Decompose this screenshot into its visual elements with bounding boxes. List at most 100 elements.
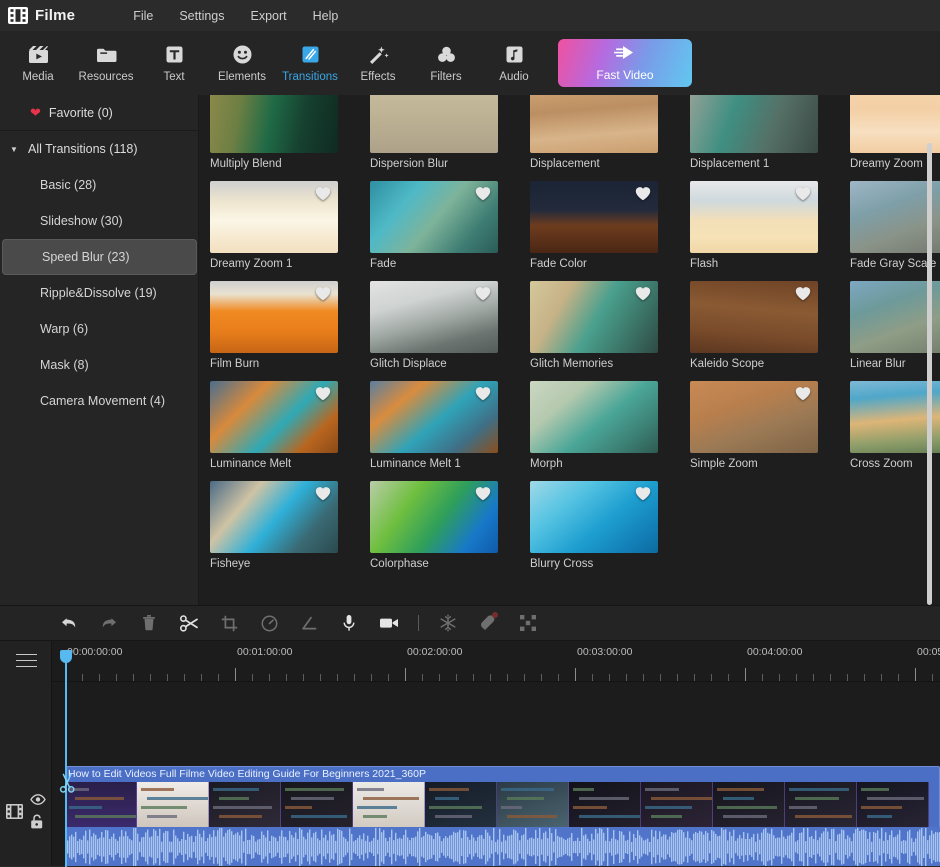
sidebar-label-basic: Basic (28) [40,178,97,192]
transition-item[interactable]: Kaleido Scope [690,281,830,370]
transition-item[interactable]: Dispersion Blur [370,95,510,170]
ruler-tick-minor [847,674,848,681]
sidebar-group-all-transitions[interactable]: ▼ All Transitions (118) [0,131,198,167]
freeze-frame-icon[interactable] [437,612,459,634]
delete-icon[interactable] [138,612,160,634]
sidebar-item-ripple-dissolve[interactable]: Ripple&Dissolve (19) [0,275,198,311]
split-icon[interactable] [178,612,200,634]
speed-icon[interactable] [258,612,280,634]
transition-thumbnail[interactable] [370,281,498,353]
favorite-heart-icon[interactable] [475,386,491,401]
sidebar-item-favorite[interactable]: ❤ Favorite (0) [0,95,198,131]
transition-item[interactable]: Multiply Blend [210,95,350,170]
tab-audio[interactable]: Audio [480,33,548,93]
transition-thumbnail[interactable] [690,381,818,453]
timeline-ruler[interactable]: 00:00:00:00 00:01:00:00 00:02:00:00 00:03:0… [52,641,940,682]
transition-thumbnail[interactable] [530,181,658,253]
green-screen-icon[interactable] [477,612,499,634]
transition-item[interactable]: Luminance Melt 1 [370,381,510,470]
transition-thumbnail[interactable] [370,95,498,153]
screen-record-icon[interactable] [378,612,400,634]
video-clip[interactable]: How to Edit Videos Full Filme Video Edit… [65,766,940,867]
favorite-heart-icon[interactable] [315,186,331,201]
favorite-heart-icon[interactable] [475,486,491,501]
transition-thumbnail[interactable] [530,381,658,453]
sidebar-item-camera-movement[interactable]: Camera Movement (4) [0,383,198,419]
tab-elements[interactable]: Elements [208,33,276,93]
transition-thumbnail[interactable] [210,481,338,553]
menu-help[interactable]: Help [300,5,352,27]
redo-icon[interactable] [98,612,120,634]
transition-item[interactable]: Blurry Cross [530,481,670,570]
sidebar-item-speed-blur[interactable]: Speed Blur (23) [2,239,197,275]
mosaic-icon[interactable] [517,612,539,634]
fast-video-button[interactable]: Fast Video [558,39,692,87]
sidebar-item-slideshow[interactable]: Slideshow (30) [0,203,198,239]
tab-effects[interactable]: Effects [344,33,412,93]
transitions-scrollbar[interactable] [927,143,932,605]
menu-export[interactable]: Export [238,5,300,27]
transition-thumbnail[interactable] [210,95,338,153]
transition-thumbnail[interactable] [690,181,818,253]
favorite-heart-icon[interactable] [635,286,651,301]
transition-item[interactable]: Glitch Memories [530,281,670,370]
transition-item[interactable]: Morph [530,381,670,470]
transition-item[interactable]: Flash [690,181,830,270]
favorite-heart-icon[interactable] [635,486,651,501]
tab-transitions[interactable]: Transitions [276,33,344,93]
eye-icon[interactable] [30,792,46,810]
transition-item[interactable]: Luminance Melt [210,381,350,470]
favorite-heart-icon[interactable] [635,186,651,201]
transition-item[interactable]: Simple Zoom [690,381,830,470]
transition-thumbnail[interactable] [370,481,498,553]
transition-thumbnail[interactable] [370,381,498,453]
transition-thumbnail[interactable] [210,181,338,253]
transition-thumbnail[interactable] [530,281,658,353]
tab-filters[interactable]: Filters [412,33,480,93]
tab-media[interactable]: Media [4,33,72,93]
favorite-heart-icon[interactable] [795,286,811,301]
undo-icon[interactable] [58,612,80,634]
favorite-heart-icon[interactable] [475,286,491,301]
sidebar-item-basic[interactable]: Basic (28) [0,167,198,203]
favorite-heart-icon[interactable] [475,186,491,201]
transition-thumbnail[interactable] [690,281,818,353]
transition-item[interactable]: Colorphase [370,481,510,570]
menu-file[interactable]: File [120,5,166,27]
transition-item[interactable]: Glitch Displace [370,281,510,370]
timeline-menu-icon[interactable] [16,654,37,667]
favorite-heart-icon[interactable] [795,386,811,401]
crop-icon[interactable] [218,612,240,634]
tab-text[interactable]: Text [140,33,208,93]
sidebar-item-warp[interactable]: Warp (6) [0,311,198,347]
clip-audio-waveform [65,827,940,867]
transition-thumbnail[interactable] [530,95,658,153]
transition-thumbnail[interactable] [210,281,338,353]
microphone-icon[interactable] [338,612,360,634]
transition-item[interactable]: Fade [370,181,510,270]
scissors-icon[interactable] [59,772,76,794]
playhead-handle[interactable] [60,650,72,663]
tab-resources[interactable]: Resources [72,33,140,93]
menu-settings[interactable]: Settings [166,5,237,27]
transition-item[interactable]: Fade Color [530,181,670,270]
favorite-heart-icon[interactable] [795,186,811,201]
tab-label-text: Text [163,70,185,83]
favorite-heart-icon[interactable] [315,286,331,301]
favorite-heart-icon[interactable] [315,386,331,401]
transition-thumbnail[interactable] [690,95,818,153]
sidebar-item-mask[interactable]: Mask (8) [0,347,198,383]
transition-thumbnail[interactable] [210,381,338,453]
ruler-tick-major [915,668,916,681]
transition-item[interactable]: Displacement 1 [690,95,830,170]
unlock-icon[interactable] [30,814,44,834]
transition-item[interactable]: Displacement [530,95,670,170]
transition-item[interactable]: Fisheye [210,481,350,570]
keyframe-icon[interactable] [298,612,320,634]
playhead[interactable] [60,650,72,867]
transition-item[interactable]: Film Burn [210,281,350,370]
transition-thumbnail[interactable] [530,481,658,553]
favorite-heart-icon[interactable] [315,486,331,501]
transition-thumbnail[interactable] [370,181,498,253]
transition-item[interactable]: Dreamy Zoom 1 [210,181,350,270]
